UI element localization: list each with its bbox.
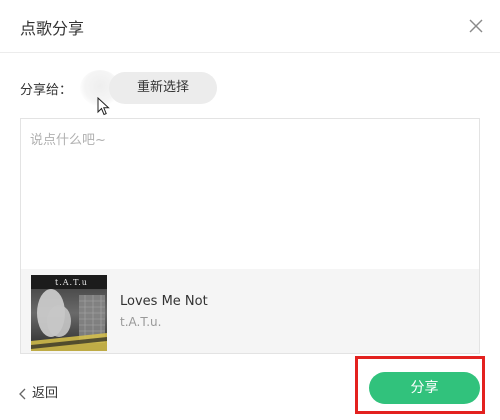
mouse-cursor-icon [97, 97, 110, 116]
dialog-header: 点歌分享 [0, 0, 500, 53]
close-button[interactable] [466, 16, 486, 36]
song-title: Loves Me Not [120, 294, 208, 309]
song-artist: t.A.T.u. [120, 315, 162, 329]
back-label: 返回 [32, 386, 59, 401]
back-button[interactable]: 返回 [18, 382, 59, 401]
reselect-button[interactable]: 重新选择 [109, 72, 217, 104]
album-cover: t.A.T.u [31, 275, 107, 351]
close-icon [469, 19, 483, 33]
comment-input[interactable]: 说点什么吧~ [30, 129, 470, 259]
album-cover-title: t.A.T.u [55, 278, 88, 287]
share-button[interactable]: 分享 [369, 372, 480, 404]
share-compose-box: 说点什么吧~ t.A.T.u Loves Me Not t.A.T.u. [20, 118, 480, 354]
song-card: t.A.T.u Loves Me Not t.A.T.u. [21, 269, 479, 353]
album-cover-image: t.A.T.u [31, 275, 107, 351]
dialog-title: 点歌分享 [20, 19, 85, 38]
chevron-left-icon [19, 388, 26, 399]
share-to-row: 分享给： 重新选择 [20, 70, 480, 106]
share-to-label: 分享给： [20, 83, 73, 98]
